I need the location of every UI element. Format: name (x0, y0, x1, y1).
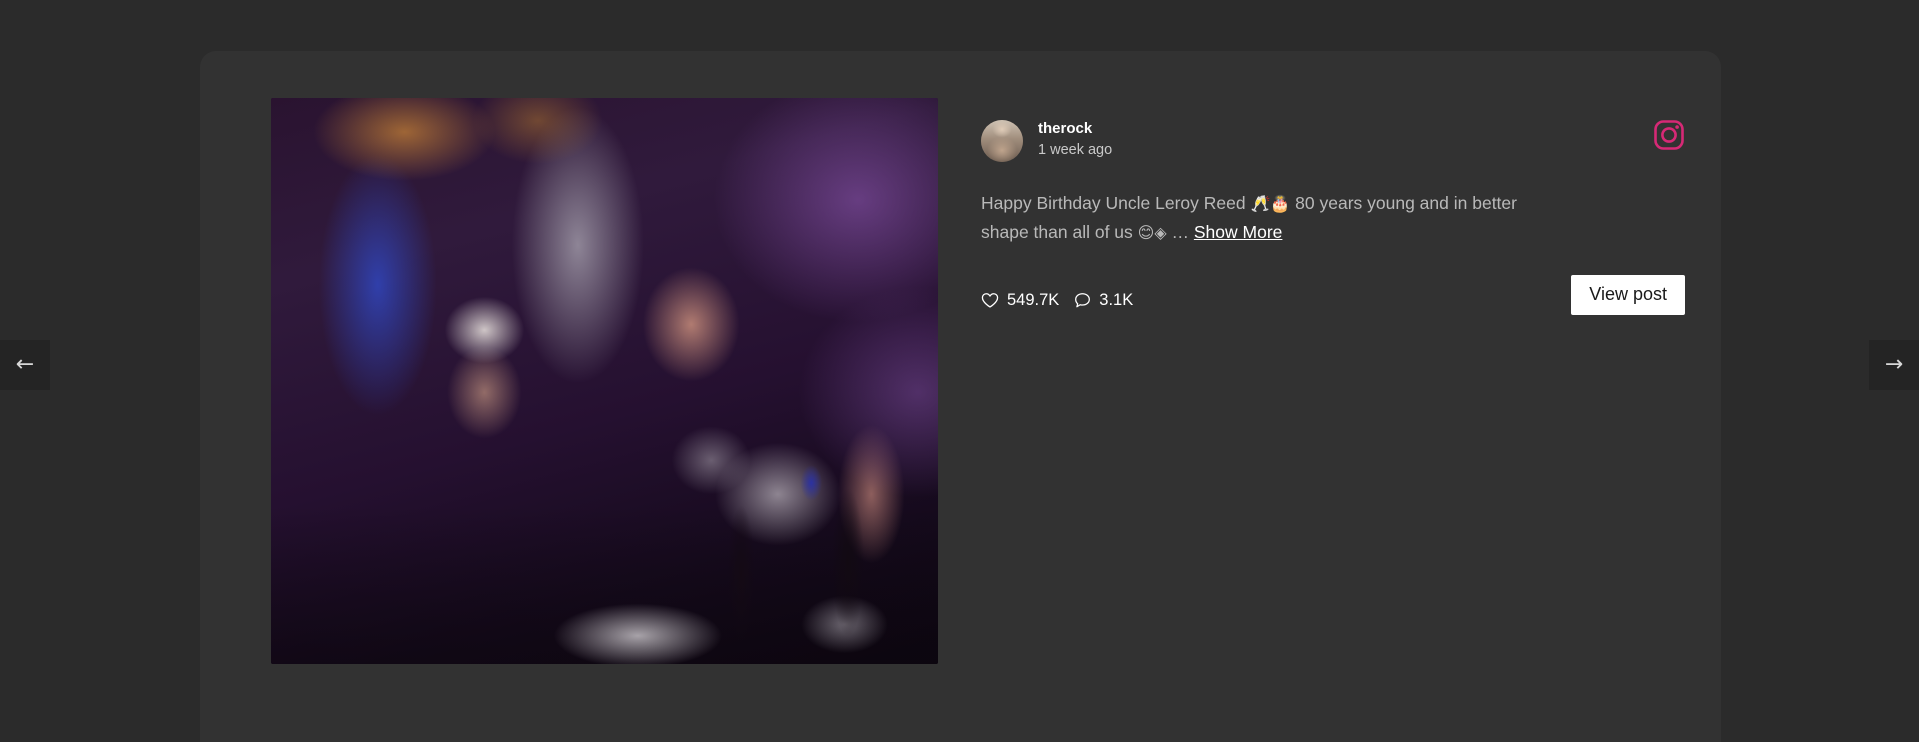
post-viewer-page: ← → therock 1 week ago Happy Birthday Un… (0, 0, 1919, 742)
champagne-glasses-emoji: 🥂 (1250, 194, 1271, 213)
post-stats: 549.7K 3.1K View post (981, 275, 1695, 319)
post-details: therock 1 week ago Happy Birthday Uncle … (981, 98, 1695, 742)
avatar-image (981, 120, 1023, 162)
post-photo (271, 98, 938, 664)
previous-post-button[interactable]: ← (0, 340, 50, 390)
likes-stat: 549.7K (981, 291, 1059, 310)
show-more-link[interactable]: Show More (1194, 222, 1283, 242)
post-card: therock 1 week ago Happy Birthday Uncle … (200, 51, 1721, 742)
birthday-cake-emoji: 🎂 (1270, 194, 1291, 213)
post-header: therock 1 week ago (981, 120, 1695, 162)
instagram-icon[interactable] (1653, 119, 1685, 151)
view-post-button[interactable]: View post (1571, 275, 1685, 315)
next-post-button[interactable]: → (1869, 340, 1919, 390)
comment-icon (1074, 292, 1091, 309)
heart-icon (981, 292, 999, 309)
post-media-image[interactable] (271, 98, 938, 664)
likes-count: 549.7K (1007, 290, 1060, 309)
comments-stat: 3.1K (1074, 291, 1133, 310)
post-caption: Happy Birthday Uncle Leroy Reed 🥂🎂 80 ye… (981, 189, 1547, 247)
smiling-face-emoji: 😊 (1137, 223, 1155, 242)
post-timestamp: 1 week ago (1038, 141, 1113, 158)
comments-count: 3.1K (1099, 290, 1134, 309)
username[interactable]: therock (1038, 120, 1112, 138)
unknown-glyph-emoji: ◈ (1154, 223, 1167, 242)
post-author-block: therock 1 week ago (1038, 120, 1112, 158)
caption-ellipsis: … (1166, 222, 1194, 242)
caption-text-part1: Happy Birthday Uncle Leroy Reed (981, 193, 1251, 213)
avatar[interactable] (981, 120, 1023, 162)
